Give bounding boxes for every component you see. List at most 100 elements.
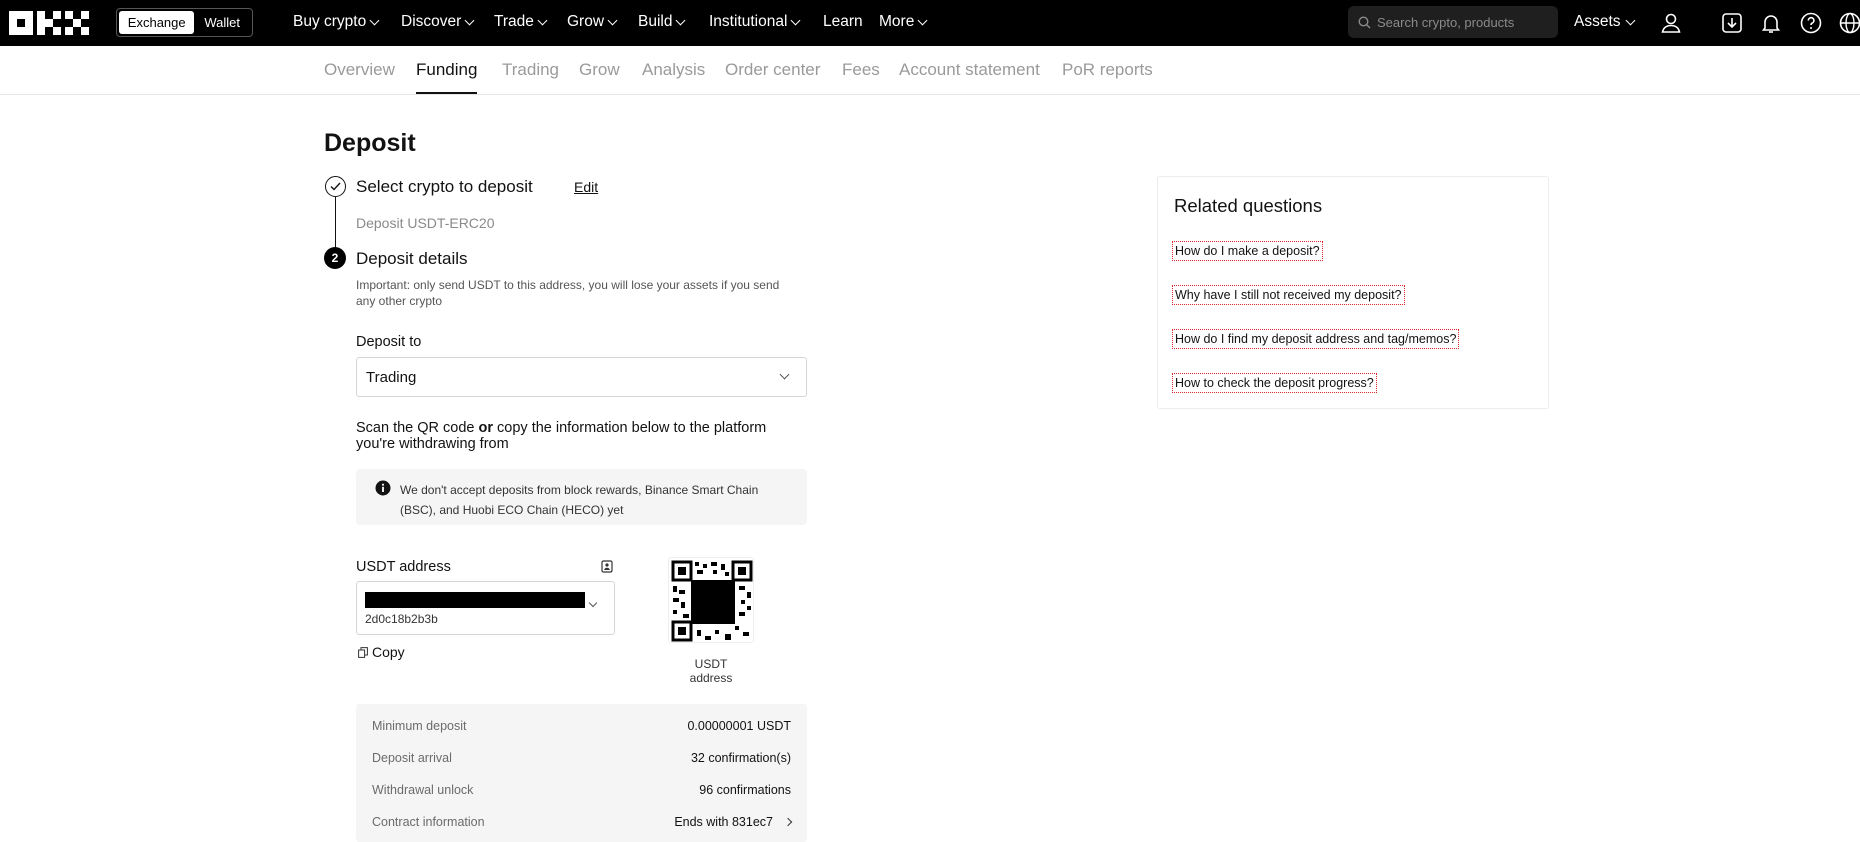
address-book-icon[interactable] [601, 560, 613, 573]
address-label: USDT address [356, 559, 451, 575]
nav-buy-crypto[interactable]: Buy crypto [293, 13, 380, 31]
tab-account-statement[interactable]: Account statement [899, 60, 1040, 92]
notice-line: We don't accept deposits from block rewa… [400, 483, 759, 497]
chevron-down-icon [537, 15, 548, 25]
chevron-down-icon [676, 15, 686, 25]
deposit-notice: We don't accept deposits from block rewa… [356, 469, 807, 525]
deposit-info-panel: Minimum deposit 0.00000001 USDT Deposit a… [356, 704, 807, 842]
deposit-qr-code [668, 557, 754, 643]
page-title: Deposit [324, 129, 416, 157]
search-bar[interactable] [1348, 6, 1558, 38]
exchange-wallet-switch: Exchange Wallet [116, 8, 253, 37]
globe-icon[interactable] [1838, 11, 1860, 35]
nav-more[interactable]: More [879, 13, 928, 31]
download-icon[interactable] [1720, 11, 1744, 35]
chevron-down-icon [607, 15, 618, 25]
info-icon [375, 480, 391, 496]
deposit-to-label: Deposit to [356, 334, 422, 350]
step2-title: Deposit details [356, 249, 468, 268]
related-question-link[interactable]: How to check the deposit progress? [1172, 373, 1377, 393]
step-connector [335, 197, 336, 247]
tab-order-center[interactable]: Order center [725, 60, 820, 92]
tab-funding[interactable]: Funding [416, 60, 478, 94]
nav-grow[interactable]: Grow [567, 13, 618, 31]
info-row-minimum-deposit: Minimum deposit 0.00000001 USDT [372, 719, 791, 733]
nav-label: Build [638, 13, 673, 30]
chevron-down-icon [1625, 15, 1635, 25]
nav-label: Grow [567, 13, 605, 30]
step1-title: Select crypto to deposit [356, 177, 533, 196]
scan-text: Scan the QR code [356, 420, 479, 436]
notice-line: (BSC), and Huobi ECO Chain (HECO) yet [400, 503, 624, 517]
deposit-address-field[interactable]: 2d0c18b2b3b [356, 581, 615, 635]
nav-build[interactable]: Build [638, 13, 686, 31]
info-row-contract-information[interactable]: Contract information Ends with 831ec7 [372, 815, 793, 829]
tab-fees[interactable]: Fees [842, 60, 880, 92]
info-value: 96 confirmations [699, 783, 791, 797]
info-label: Deposit arrival [372, 751, 452, 765]
user-icon[interactable] [1659, 11, 1683, 35]
assets-label: Assets [1574, 13, 1621, 30]
scan-text: you're withdrawing from [356, 436, 509, 452]
tab-overview[interactable]: Overview [324, 60, 395, 92]
scan-or: or [478, 420, 494, 436]
tab-trading[interactable]: Trading [502, 60, 559, 92]
nav-learn[interactable]: Learn [823, 13, 863, 31]
step2-number: 2 [324, 247, 346, 269]
nav-label: Trade [494, 13, 534, 30]
okx-logo[interactable] [9, 11, 89, 35]
assets-subnav: Overview Funding Trading Grow Analysis O… [0, 46, 1860, 95]
scan-text: copy the information below to the platfo… [493, 420, 767, 436]
copy-address-button[interactable]: Copy [358, 644, 405, 660]
copy-label: Copy [372, 644, 405, 660]
info-value: Ends with 831ec7 [674, 815, 773, 829]
top-navigation-bar: Exchange Wallet Buy crypto Discover Trad… [0, 0, 1860, 46]
related-question-link[interactable]: How do I make a deposit? [1172, 241, 1323, 261]
qr-code-image [671, 560, 753, 642]
related-questions-panel: Related questions How do I make a deposi… [1157, 176, 1549, 409]
address-tail: 2d0c18b2b3b [365, 612, 438, 626]
copy-icon [358, 646, 368, 658]
nav-trade[interactable]: Trade [494, 13, 548, 31]
info-label: Withdrawal unlock [372, 783, 474, 797]
qr-caption: USDT address [689, 657, 733, 685]
deposit-to-select[interactable]: Trading [356, 357, 807, 397]
info-value: 0.00000001 USDT [687, 719, 791, 733]
edit-crypto-link[interactable]: Edit [574, 179, 598, 195]
chevron-down-icon [369, 15, 380, 25]
contract-value-group: Ends with 831ec7 [674, 815, 793, 829]
nav-label: Discover [401, 13, 462, 30]
search-icon [1358, 15, 1371, 28]
nav-label: Learn [823, 13, 863, 30]
info-row-deposit-arrival: Deposit arrival 32 confirmation(s) [372, 751, 791, 765]
chevron-down-icon [779, 369, 790, 380]
exchange-mode-button[interactable]: Exchange [119, 11, 195, 34]
help-icon[interactable] [1799, 11, 1823, 35]
scan-instructions: Scan the QR code or copy the information… [356, 420, 766, 452]
chevron-down-icon [917, 15, 928, 25]
redacted-address [365, 592, 585, 608]
chevron-down-icon [588, 598, 598, 608]
tab-grow[interactable]: Grow [579, 60, 620, 92]
tab-por-reports[interactable]: PoR reports [1062, 60, 1153, 92]
tab-analysis[interactable]: Analysis [642, 60, 705, 92]
nav-label: More [879, 13, 915, 30]
assets-menu[interactable]: Assets [1574, 13, 1635, 31]
wallet-mode-button[interactable]: Wallet [194, 11, 250, 34]
warning-line: any other crypto [356, 294, 443, 308]
nav-institutional[interactable]: Institutional [709, 13, 801, 31]
nav-discover[interactable]: Discover [401, 13, 475, 31]
chevron-down-icon [464, 15, 475, 25]
info-label: Contract information [372, 815, 485, 829]
related-question-link[interactable]: Why have I still not received my deposit… [1172, 285, 1405, 305]
related-question-link[interactable]: How do I find my deposit address and tag… [1172, 329, 1460, 349]
info-row-withdrawal-unlock: Withdrawal unlock 96 confirmations [372, 783, 791, 797]
important-warning: Important: only send USDT to this addres… [356, 277, 779, 309]
chevron-right-icon [783, 817, 793, 827]
nav-label: Institutional [709, 13, 788, 30]
related-questions-title: Related questions [1174, 195, 1323, 216]
search-input[interactable] [1377, 14, 1547, 30]
chevron-down-icon [790, 15, 801, 25]
bell-icon[interactable] [1759, 11, 1783, 35]
step-complete-indicator [325, 176, 346, 197]
